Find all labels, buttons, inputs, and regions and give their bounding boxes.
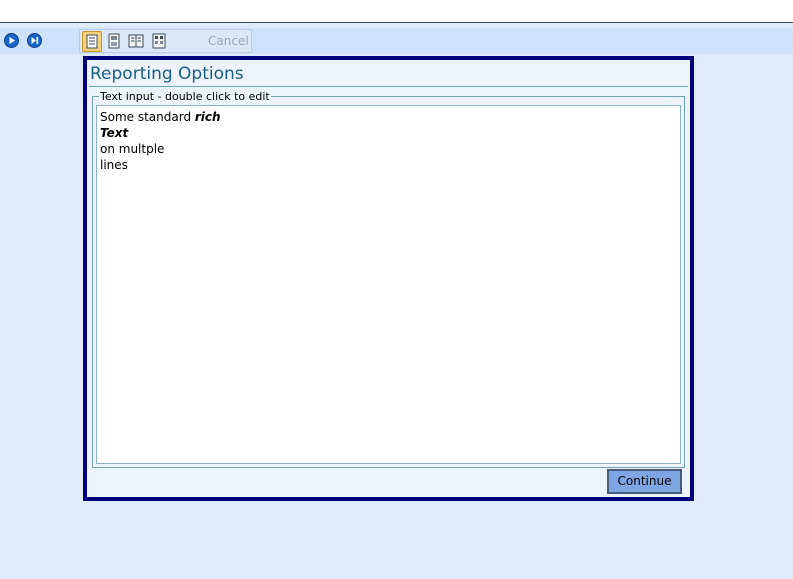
page-view-button[interactable] [82,31,102,52]
title-divider [89,86,688,87]
rich-text-input[interactable]: Some standard rich Text on multple lines [96,105,681,464]
text-input-group: Text input - double click to edit Some s… [92,90,685,468]
reporting-options-dialog: Reporting Options Text input - double cl… [83,56,694,501]
text-run-bold: Text [100,126,129,140]
toolbar: Cancel [0,28,793,54]
page-view-icon [86,34,98,49]
dialog-title: Reporting Options [90,64,244,84]
text-line: on multple [100,142,165,156]
view-tool-group: Cancel [79,29,252,53]
play-icon[interactable] [4,33,19,48]
text-run-bold: rich [194,110,221,124]
document-view-icon[interactable] [105,32,123,50]
continue-button[interactable]: Continue [607,469,682,494]
grid-view-icon[interactable] [150,32,168,50]
skip-icon[interactable] [27,33,42,48]
cancel-button[interactable]: Cancel [208,33,249,49]
text-run: Some standard [100,110,195,124]
split-view-icon[interactable] [127,32,145,50]
group-label: Text input - double click to edit [99,90,271,103]
text-line: lines [100,158,128,172]
text-line: Some standard rich [100,109,677,125]
top-bar [0,0,793,23]
text-line: Text [100,125,677,141]
